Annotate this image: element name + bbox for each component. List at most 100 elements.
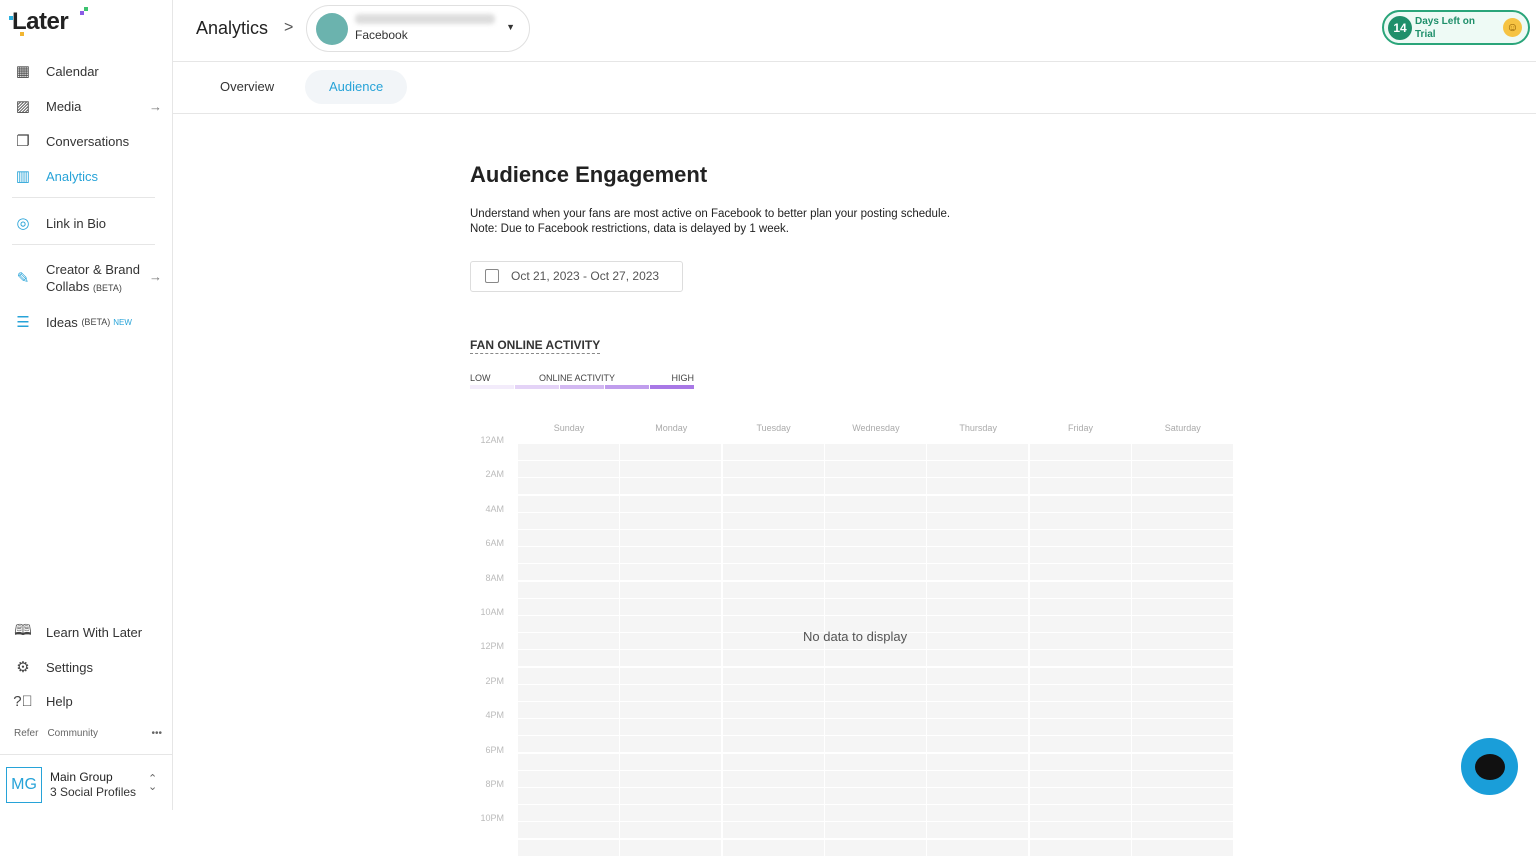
heatmap-cell (723, 668, 824, 684)
heatmap-cell (620, 564, 721, 580)
heatmap-cell (620, 582, 721, 598)
day-label: Monday (620, 423, 722, 433)
hour-label: 10AM (470, 607, 504, 617)
sidebar-item-collabs[interactable]: ✎Creator & BrandCollabs (BETA)→ (12, 261, 162, 297)
heatmap-cell (927, 685, 1028, 701)
bar-chart-icon: ▥ (12, 165, 34, 187)
heatmap-cell (825, 461, 926, 477)
fan-activity-heading[interactable]: FAN ONLINE ACTIVITY (470, 338, 600, 354)
description: Understand when your fans are most activ… (470, 207, 950, 237)
sidebar-item-help[interactable]: ?⃝Help (12, 690, 162, 712)
heatmap-cell (927, 633, 1028, 649)
tab-audience[interactable]: Audience (305, 70, 407, 104)
heatmap-cell (1132, 805, 1233, 821)
hour-label: 10PM (470, 813, 504, 823)
group-switcher[interactable]: MG Main Group 3 Social Profiles ⌃⌄ (0, 754, 172, 810)
heatmap-cell (825, 840, 926, 856)
label: Ideas (46, 315, 78, 330)
heatmap-cell (1030, 650, 1131, 666)
heatmap-cell (1132, 599, 1233, 615)
heatmap-cell (1030, 668, 1131, 684)
heatmap-cell (620, 754, 721, 770)
heatmap-cell (825, 702, 926, 718)
heatmap-cell (620, 702, 721, 718)
label: Media (46, 99, 81, 114)
sidebar-item-settings[interactable]: ⚙Settings (12, 656, 162, 678)
profile-selector[interactable]: Facebook ▼ (306, 5, 530, 52)
label: Conversations (46, 134, 129, 149)
desc-line: Understand when your fans are most activ… (470, 208, 950, 220)
heatmap-cell (927, 513, 1028, 529)
community-link[interactable]: Community (47, 728, 98, 739)
trial-badge[interactable]: 14 Days Left on Trial ☺ (1382, 10, 1530, 45)
heatmap-cell (723, 702, 824, 718)
hour-label: 4PM (470, 710, 504, 720)
profile-name-blurred (355, 14, 495, 24)
heatmap-cell (518, 805, 619, 821)
heatmap-cell (825, 719, 926, 735)
heatmap-cell (723, 461, 824, 477)
heatmap-cell (825, 685, 926, 701)
sidebar-item-analytics[interactable]: ▥Analytics (12, 165, 162, 187)
heatmap-cell (518, 478, 619, 494)
heatmap-cell (1132, 633, 1233, 649)
heatmap-cell (518, 719, 619, 735)
trial-days: 14 (1388, 16, 1412, 40)
hour-label: 8PM (470, 779, 504, 789)
heatmap-cell (927, 650, 1028, 666)
heatmap-cell (825, 478, 926, 494)
day-label: Wednesday (825, 423, 927, 433)
heatmap-cell (518, 513, 619, 529)
heatmap-cell (927, 736, 1028, 752)
chat-button[interactable] (1461, 738, 1518, 795)
collabs-icon: ✎ (12, 267, 34, 289)
heatmap-cell (1030, 736, 1131, 752)
heatmap-cell (1030, 478, 1131, 494)
ideas-icon: ☰ (12, 311, 34, 333)
heatmap-cell (620, 719, 721, 735)
heatmap-cell (1132, 736, 1233, 752)
heatmap-cell (518, 444, 619, 460)
tab-overview[interactable]: Overview (196, 70, 298, 104)
heatmap-cell (518, 685, 619, 701)
book-icon: 🕮 (12, 621, 34, 643)
date-range-picker[interactable]: Oct 21, 2023 - Oct 27, 2023 (470, 261, 683, 292)
heatmap-cell (1030, 702, 1131, 718)
heatmap-cell (518, 822, 619, 838)
label: Calendar (46, 64, 99, 79)
heatmap-cell (927, 530, 1028, 546)
heatmap-cell (1030, 444, 1131, 460)
legend-swatch (560, 385, 604, 389)
heatmap-cell (723, 805, 824, 821)
heatmap-cell (1030, 840, 1131, 856)
refer-link[interactable]: Refer (14, 728, 38, 739)
sidebar-item-conversations[interactable]: ❐Conversations (12, 130, 162, 152)
heatmap-cell (1132, 822, 1233, 838)
heatmap-cell (927, 616, 1028, 632)
heatmap-cell (1132, 616, 1233, 632)
heatmap-cell (518, 547, 619, 563)
heatmap-cell (518, 582, 619, 598)
sidebar-item-link-in-bio[interactable]: ◎Link in Bio (12, 212, 162, 234)
group-name: Main Group (50, 770, 113, 784)
divider (12, 197, 155, 198)
heatmap-cell (1132, 582, 1233, 598)
sidebar-item-learn[interactable]: 🕮Learn With Later (12, 621, 162, 643)
heatmap-cell (1132, 564, 1233, 580)
heatmap-cell (825, 599, 926, 615)
heatmap-cell (927, 788, 1028, 804)
arrow-right-icon: → (149, 99, 162, 114)
sidebar-item-media[interactable]: ▨Media→ (12, 95, 162, 117)
legend-bar (470, 385, 694, 389)
later-logo[interactable]: Later (12, 8, 68, 36)
heatmap-cell (1030, 616, 1131, 632)
heatmap-cell (1030, 599, 1131, 615)
heatmap-cell (825, 513, 926, 529)
footer-links: Refer Community ••• (14, 728, 162, 739)
legend-swatch (470, 385, 514, 389)
sidebar-item-calendar[interactable]: ▦Calendar (12, 60, 162, 82)
sidebar-item-ideas[interactable]: ☰Ideas (BETA)NEW (12, 311, 162, 333)
more-icon[interactable]: ••• (151, 728, 162, 739)
heatmap-cell (518, 496, 619, 512)
heatmap-cell (723, 771, 824, 787)
